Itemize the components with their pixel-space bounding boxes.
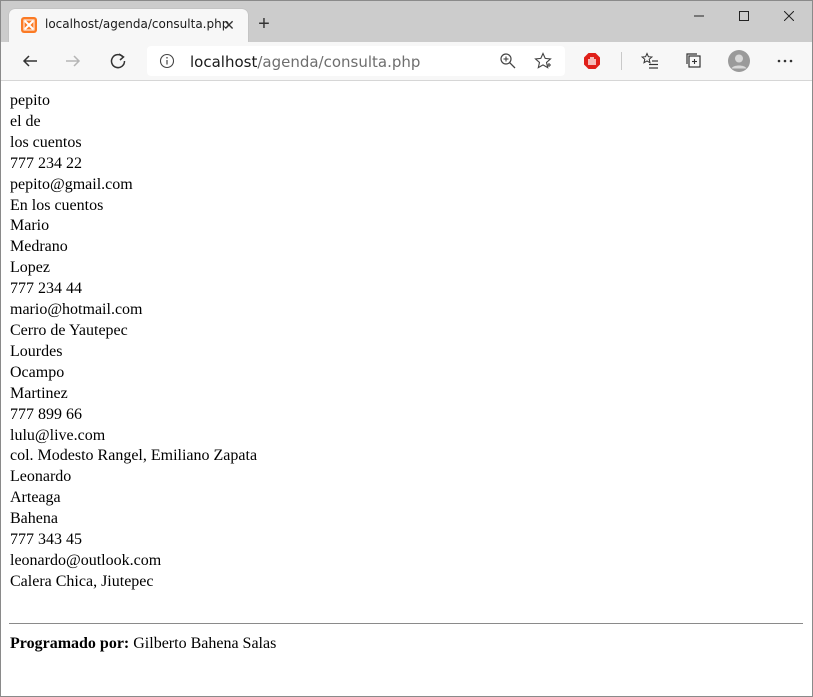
record-line: En los cuentos — [10, 196, 104, 214]
collections-icon[interactable] — [680, 47, 708, 75]
page-content: pepito el de los cuentos 777 234 22 pepi… — [1, 81, 812, 696]
ad-block-stop-icon[interactable] — [578, 47, 606, 75]
record-line: lulu@live.com — [10, 426, 106, 444]
record-line: 777 234 44 — [10, 280, 82, 298]
close-window-button[interactable] — [766, 1, 812, 33]
record-line: Cerro de Yautepec — [10, 321, 128, 339]
browser-window: localhost/agenda/consulta.php ✕ + localh… — [0, 0, 813, 697]
browser-tab[interactable]: localhost/agenda/consulta.php ✕ — [9, 9, 248, 42]
minimize-button[interactable] — [676, 1, 722, 33]
footer-label: Programado por: — [10, 635, 130, 652]
record-line: Bahena — [10, 510, 58, 528]
record-line: Arteaga — [10, 489, 61, 507]
address-bar[interactable]: localhost/agenda/consulta.php — [147, 46, 565, 76]
contact-records: pepito el de los cuentos 777 234 22 pepi… — [10, 91, 257, 593]
record-line: 777 343 45 — [10, 531, 82, 549]
footer-credit: Programado por: Gilberto Bahena Salas — [10, 635, 276, 653]
record-line: mario@hotmail.com — [10, 301, 143, 319]
record-line: Lopez — [10, 259, 50, 277]
tab-title: localhost/agenda/consulta.php — [45, 17, 230, 31]
forward-arrow-icon[interactable] — [59, 47, 87, 75]
url-path: /agenda/consulta.php — [257, 53, 421, 71]
favorite-star-icon[interactable] — [534, 52, 552, 75]
toolbar-separator — [621, 52, 622, 70]
zoom-icon[interactable] — [499, 52, 517, 75]
record-line: 777 899 66 — [10, 405, 82, 423]
xampp-icon — [21, 17, 37, 33]
info-icon[interactable] — [159, 53, 175, 69]
record-line: Medrano — [10, 238, 68, 256]
title-bar: localhost/agenda/consulta.php ✕ + — [1, 1, 812, 42]
profile-avatar-icon[interactable] — [725, 47, 753, 75]
maximize-button[interactable] — [721, 1, 767, 33]
url-host: localhost — [190, 53, 258, 71]
record-line: Lourdes — [10, 342, 63, 360]
close-tab-icon[interactable]: ✕ — [220, 16, 238, 34]
new-tab-button[interactable]: + — [253, 13, 275, 35]
record-line: leonardo@outlook.com — [10, 551, 162, 569]
record-line: pepito — [10, 92, 50, 109]
url-text[interactable]: localhost/agenda/consulta.php — [190, 53, 420, 71]
footer-author: Gilberto Bahena Salas — [129, 635, 277, 652]
more-options-icon[interactable] — [771, 47, 799, 75]
browser-toolbar: localhost/agenda/consulta.php — [1, 42, 812, 81]
refresh-icon[interactable] — [104, 47, 132, 75]
record-line: Martinez — [10, 384, 68, 402]
favorites-list-icon[interactable] — [636, 47, 664, 75]
horizontal-rule — [9, 623, 803, 624]
record-line: Ocampo — [10, 363, 65, 381]
record-line: Mario — [10, 217, 50, 235]
back-arrow-icon[interactable] — [16, 47, 44, 75]
record-line: Leonardo — [10, 468, 72, 486]
record-line: el de — [10, 112, 41, 130]
record-line: 777 234 22 — [10, 154, 82, 172]
record-line: Calera Chica, Jiutepec — [10, 572, 154, 590]
record-line: los cuentos — [10, 133, 82, 151]
record-line: col. Modesto Rangel, Emiliano Zapata — [10, 447, 258, 465]
record-line: pepito@gmail.com — [10, 175, 133, 193]
